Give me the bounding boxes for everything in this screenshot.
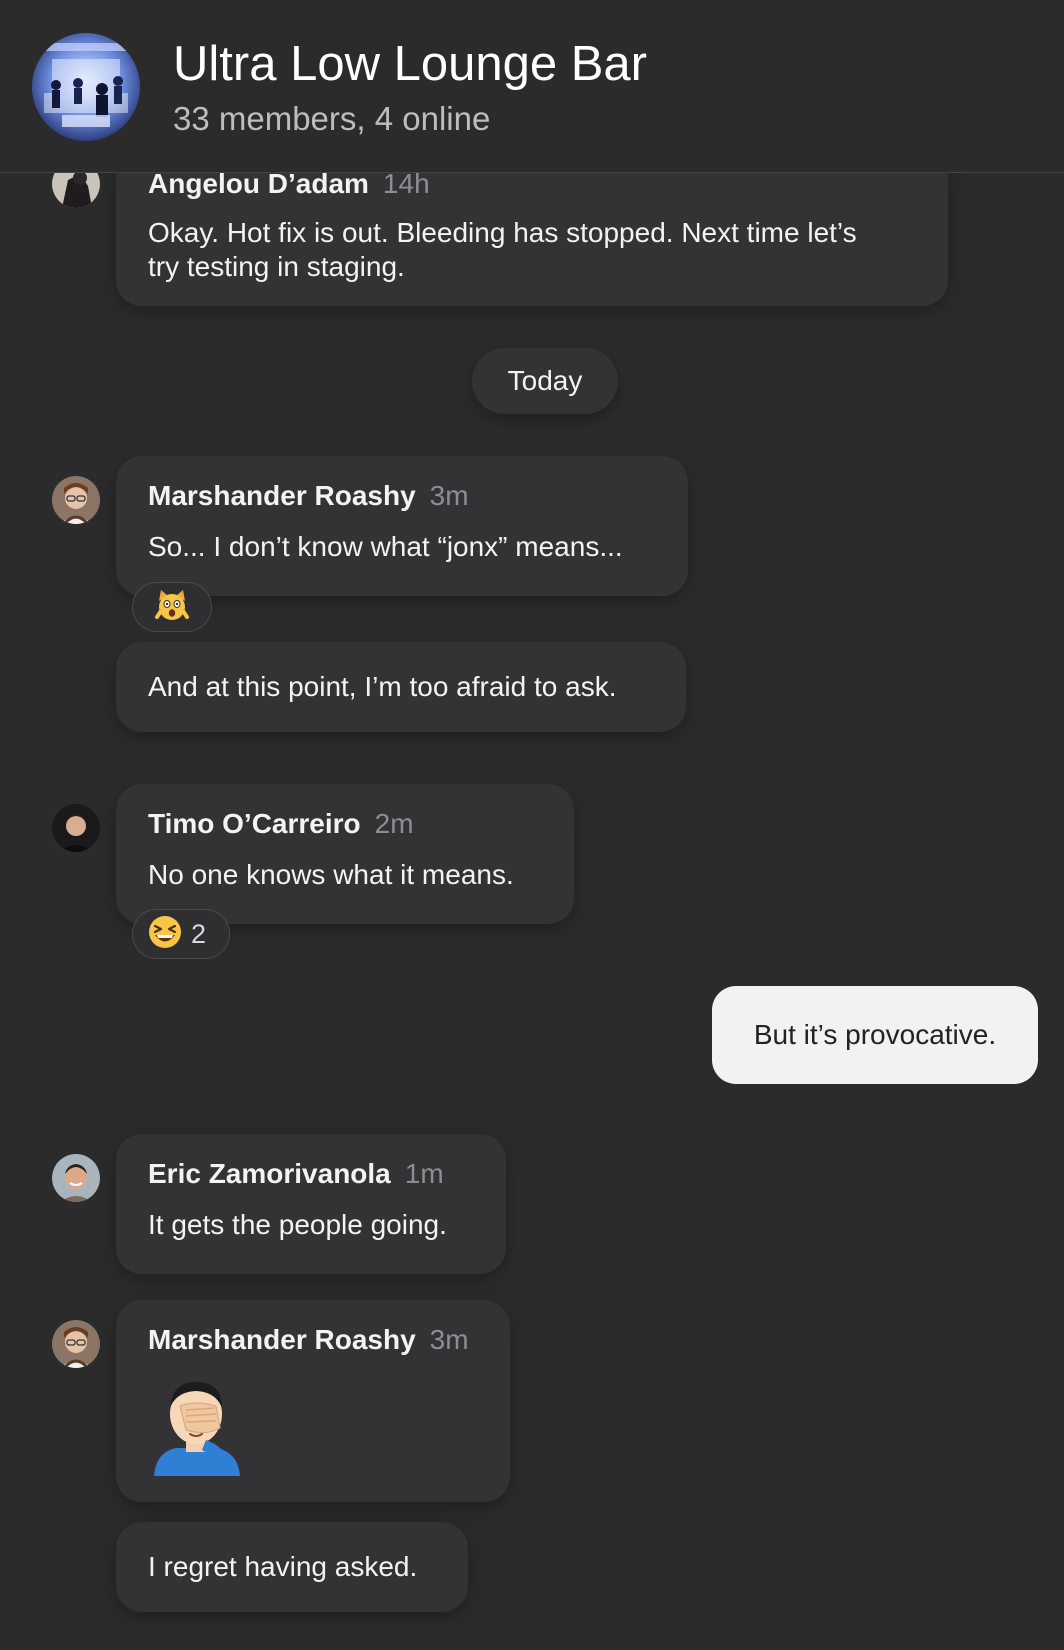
sender-name[interactable]: Marshander Roashy — [148, 1324, 416, 1355]
message-text: So... I don’t know what “jonx” means... — [148, 531, 623, 562]
message-bubble[interactable]: I regret having asked. — [116, 1522, 468, 1612]
date-separator: Today — [472, 348, 618, 414]
message-time: 2m — [374, 808, 414, 839]
message-bubble[interactable]: Timo O’Carreiro 2m No one knows what it m… — [116, 784, 574, 924]
group-member-status: 33 members, 4 online — [173, 100, 491, 137]
message-time: 3m — [429, 1324, 469, 1355]
message-text: Okay. Hot fix is out. Bleeding has stopp… — [148, 217, 857, 282]
message-time: 1m — [404, 1158, 444, 1189]
sender-name[interactable]: Marshander Roashy — [148, 480, 416, 511]
message-text: It gets the people going. — [148, 1209, 447, 1240]
reaction-chip[interactable] — [132, 582, 212, 632]
avatar-marshander[interactable] — [52, 476, 100, 524]
user-photo-icon — [52, 476, 100, 524]
sender-name[interactable]: Eric Zamorivanola — [148, 1158, 391, 1189]
message-bubble[interactable]: Eric Zamorivanola 1m It gets the people g… — [116, 1134, 506, 1274]
user-photo-icon — [52, 1154, 100, 1202]
message-bubble[interactable]: And at this point, I’m too afraid to ask… — [116, 642, 686, 732]
avatar-marshander[interactable] — [52, 1320, 100, 1368]
reaction-count: 2 — [191, 918, 207, 949]
reaction-chip[interactable]: 2 — [132, 909, 230, 959]
avatar-eric[interactable] — [52, 1154, 100, 1202]
scream-cat-emoji-icon — [154, 587, 190, 628]
message-bubble[interactable]: Marshander Roashy 3m — [116, 1300, 510, 1502]
message-text: And at this point, I’m too afraid to ask… — [148, 671, 617, 702]
group-avatar[interactable] — [32, 33, 140, 141]
user-photo-icon — [52, 804, 100, 852]
message-time: 3m — [429, 480, 469, 511]
chat-screen: Ultra Low Lounge Bar 33 members, 4 onlin… — [0, 0, 1064, 1650]
sender-name[interactable]: Timo O’Carreiro — [148, 808, 361, 839]
group-title: Ultra Low Lounge Bar — [173, 37, 647, 91]
user-photo-icon — [52, 1320, 100, 1368]
avatar-timo[interactable] — [52, 804, 100, 852]
group-photo-icon — [32, 33, 140, 141]
message-text: I regret having asked. — [148, 1551, 418, 1582]
laughing-emoji-icon — [147, 914, 183, 955]
facepalm-emoji-icon — [146, 1376, 246, 1481]
message-bubble[interactable]: Angelou D’adam 14h Okay. Hot fix is out. … — [116, 150, 948, 306]
own-message-bubble[interactable]: But it’s provocative. — [712, 986, 1038, 1084]
chat-header: Ultra Low Lounge Bar 33 members, 4 onlin… — [0, 0, 1064, 173]
message-text: No one knows what it means. — [148, 859, 514, 890]
message-bubble[interactable]: Marshander Roashy 3m So... I don’t know w… — [116, 456, 688, 596]
